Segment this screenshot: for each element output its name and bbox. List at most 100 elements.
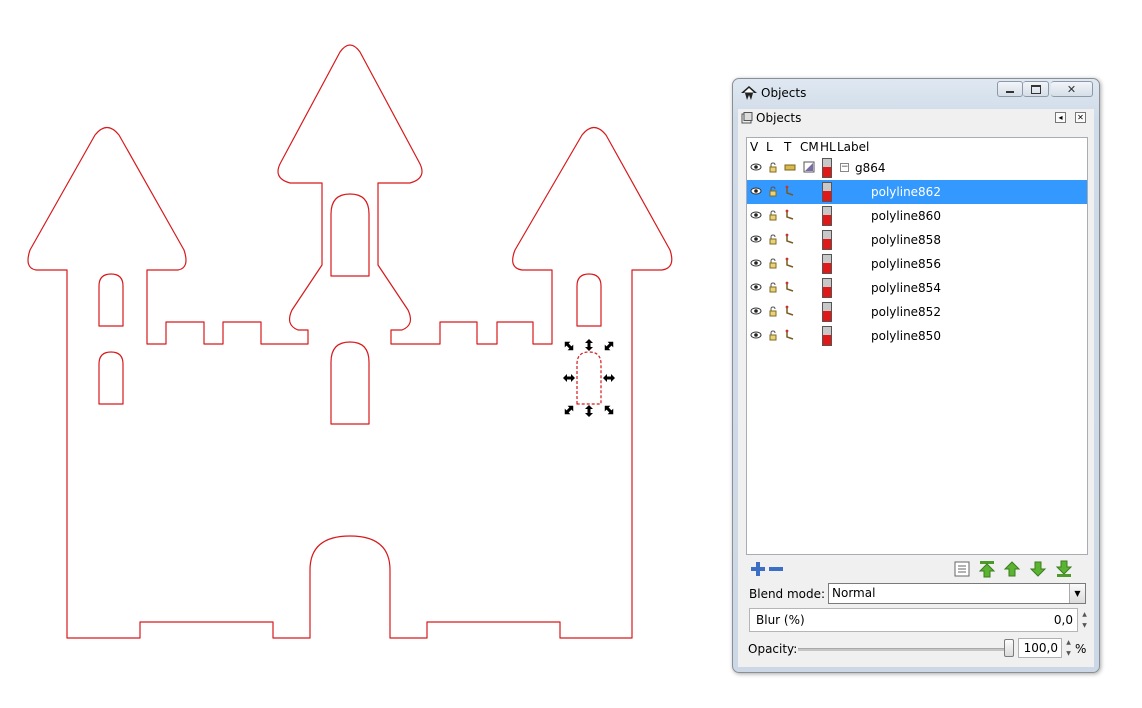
window-center-bottom[interactable] xyxy=(330,341,370,425)
dock-close-button[interactable]: ✕ xyxy=(1075,112,1086,123)
highlight-color-swatch[interactable] xyxy=(822,254,832,274)
opacity-unit: % xyxy=(1075,642,1087,656)
lower-icon[interactable] xyxy=(1029,560,1047,578)
spin-down-icon[interactable]: ▼ xyxy=(1064,648,1073,659)
highlight-color-swatch[interactable] xyxy=(822,278,832,298)
opacity-value: 100,0 xyxy=(1023,641,1058,655)
opacity-value-field[interactable]: 100,0 xyxy=(1018,638,1062,658)
opacity-spinner[interactable]: ▲ ▼ xyxy=(1064,637,1073,659)
path-icon[interactable] xyxy=(784,233,796,245)
tree-row-label[interactable]: polyline852 xyxy=(871,304,941,320)
lock-icon[interactable] xyxy=(767,257,779,269)
window-left-top[interactable] xyxy=(98,273,124,327)
blend-mode-select[interactable]: Normal ▼ xyxy=(828,583,1086,604)
group-icon[interactable] xyxy=(784,161,796,173)
lock-icon[interactable] xyxy=(767,161,779,173)
eye-icon[interactable] xyxy=(750,281,762,293)
spin-down-icon[interactable]: ▼ xyxy=(1080,620,1089,631)
highlight-color-swatch[interactable] xyxy=(822,206,832,226)
opacity-label: Opacity: xyxy=(748,642,798,656)
col-header-locked[interactable]: L xyxy=(766,138,773,156)
highlight-color-swatch[interactable] xyxy=(822,158,832,178)
chevron-down-icon[interactable]: ▼ xyxy=(1069,584,1085,603)
path-icon[interactable] xyxy=(784,257,796,269)
opacity-slider-thumb[interactable] xyxy=(1004,639,1014,657)
tree-row[interactable]: polyline850 xyxy=(747,324,1087,348)
tree-row-label[interactable]: g864 xyxy=(855,160,886,176)
lock-icon[interactable] xyxy=(767,209,779,221)
tree-row[interactable]: polyline860 xyxy=(747,204,1087,228)
path-icon[interactable] xyxy=(784,305,796,317)
col-header-highlight[interactable]: HL xyxy=(820,138,836,156)
blur-label: Blur (%) xyxy=(756,613,805,627)
path-icon[interactable] xyxy=(784,329,796,341)
col-header-visible[interactable]: V xyxy=(750,138,758,156)
blur-spinner[interactable]: ▲ ▼ xyxy=(1080,609,1089,631)
drawing-canvas[interactable] xyxy=(0,0,720,708)
tree-row-label[interactable]: polyline850 xyxy=(871,328,941,344)
properties-icon[interactable] xyxy=(953,560,971,578)
highlight-color-swatch[interactable] xyxy=(822,182,832,202)
path-icon[interactable] xyxy=(784,281,796,293)
lower-to-bottom-icon[interactable] xyxy=(1055,560,1073,578)
tree-row-label[interactable]: polyline856 xyxy=(871,256,941,272)
raise-icon[interactable] xyxy=(1003,560,1021,578)
resize-handle-n xyxy=(585,339,593,351)
tree-row-label[interactable]: polyline862 xyxy=(871,184,941,200)
eye-icon[interactable] xyxy=(750,161,762,173)
window-left-bottom[interactable] xyxy=(98,351,124,405)
eye-icon[interactable] xyxy=(750,209,762,221)
lock-icon[interactable] xyxy=(767,305,779,317)
lock-icon[interactable] xyxy=(767,281,779,293)
tree-row[interactable]: polyline852 xyxy=(747,300,1087,324)
blur-value: 0,0 xyxy=(1053,613,1073,627)
path-icon[interactable] xyxy=(784,209,796,221)
opacity-slider-track[interactable] xyxy=(798,648,1014,651)
col-header-clipmask[interactable]: CM xyxy=(800,138,819,156)
resize-handle-sw xyxy=(564,405,574,415)
dock-iconify-button[interactable]: ◂ xyxy=(1055,112,1066,123)
window-center-top[interactable] xyxy=(330,193,370,277)
tree-row-group[interactable]: − g864 xyxy=(747,156,1087,180)
lock-icon[interactable] xyxy=(767,233,779,245)
eye-icon[interactable] xyxy=(750,329,762,341)
collapse-icon[interactable]: − xyxy=(840,163,849,172)
blend-mode-value: Normal xyxy=(832,586,876,600)
remove-icon[interactable] xyxy=(767,560,785,578)
eye-icon[interactable] xyxy=(750,257,762,269)
spin-up-icon[interactable]: ▲ xyxy=(1064,637,1073,648)
lock-icon[interactable] xyxy=(767,185,779,197)
tree-row[interactable]: polyline854 xyxy=(747,276,1087,300)
objects-tree[interactable]: V L T CM HL Label − g864 polyline862 polyli… xyxy=(746,137,1088,555)
window-right-selected[interactable] xyxy=(576,351,602,405)
path-icon[interactable] xyxy=(784,185,796,197)
col-header-label[interactable]: Label xyxy=(837,138,869,156)
col-header-type[interactable]: T xyxy=(784,138,791,156)
highlight-color-swatch[interactable] xyxy=(822,326,832,346)
blur-field[interactable]: Blur (%) 0,0 xyxy=(749,608,1078,632)
highlight-color-swatch[interactable] xyxy=(822,230,832,250)
highlight-color-swatch[interactable] xyxy=(822,302,832,322)
tree-row-label[interactable]: polyline858 xyxy=(871,232,941,248)
restore-button[interactable] xyxy=(1023,81,1049,97)
tree-row-label[interactable]: polyline860 xyxy=(871,208,941,224)
tree-row[interactable]: polyline862 xyxy=(747,180,1087,204)
eye-icon[interactable] xyxy=(750,305,762,317)
tree-row[interactable]: polyline858 xyxy=(747,228,1087,252)
dock-panel: Objects ◂ ✕ V L T CM HL Label − g864 polyl… xyxy=(738,109,1094,667)
raise-to-top-icon[interactable] xyxy=(978,560,996,578)
add-icon[interactable] xyxy=(749,560,767,578)
eye-icon[interactable] xyxy=(750,233,762,245)
close-button[interactable]: ✕ xyxy=(1051,81,1093,97)
window-titlebar[interactable]: Objects xyxy=(741,84,806,102)
tree-row[interactable]: polyline856 xyxy=(747,252,1087,276)
spin-up-icon[interactable]: ▲ xyxy=(1080,609,1089,620)
minimize-button[interactable] xyxy=(997,81,1023,97)
tree-header: V L T CM HL Label xyxy=(747,138,1087,156)
window-right-top[interactable] xyxy=(576,273,602,327)
lock-icon[interactable] xyxy=(767,329,779,341)
selection-handles[interactable] xyxy=(562,339,616,417)
eye-icon[interactable] xyxy=(750,185,762,197)
tree-row-label[interactable]: polyline854 xyxy=(871,280,941,296)
clipmask-icon[interactable] xyxy=(803,161,815,173)
